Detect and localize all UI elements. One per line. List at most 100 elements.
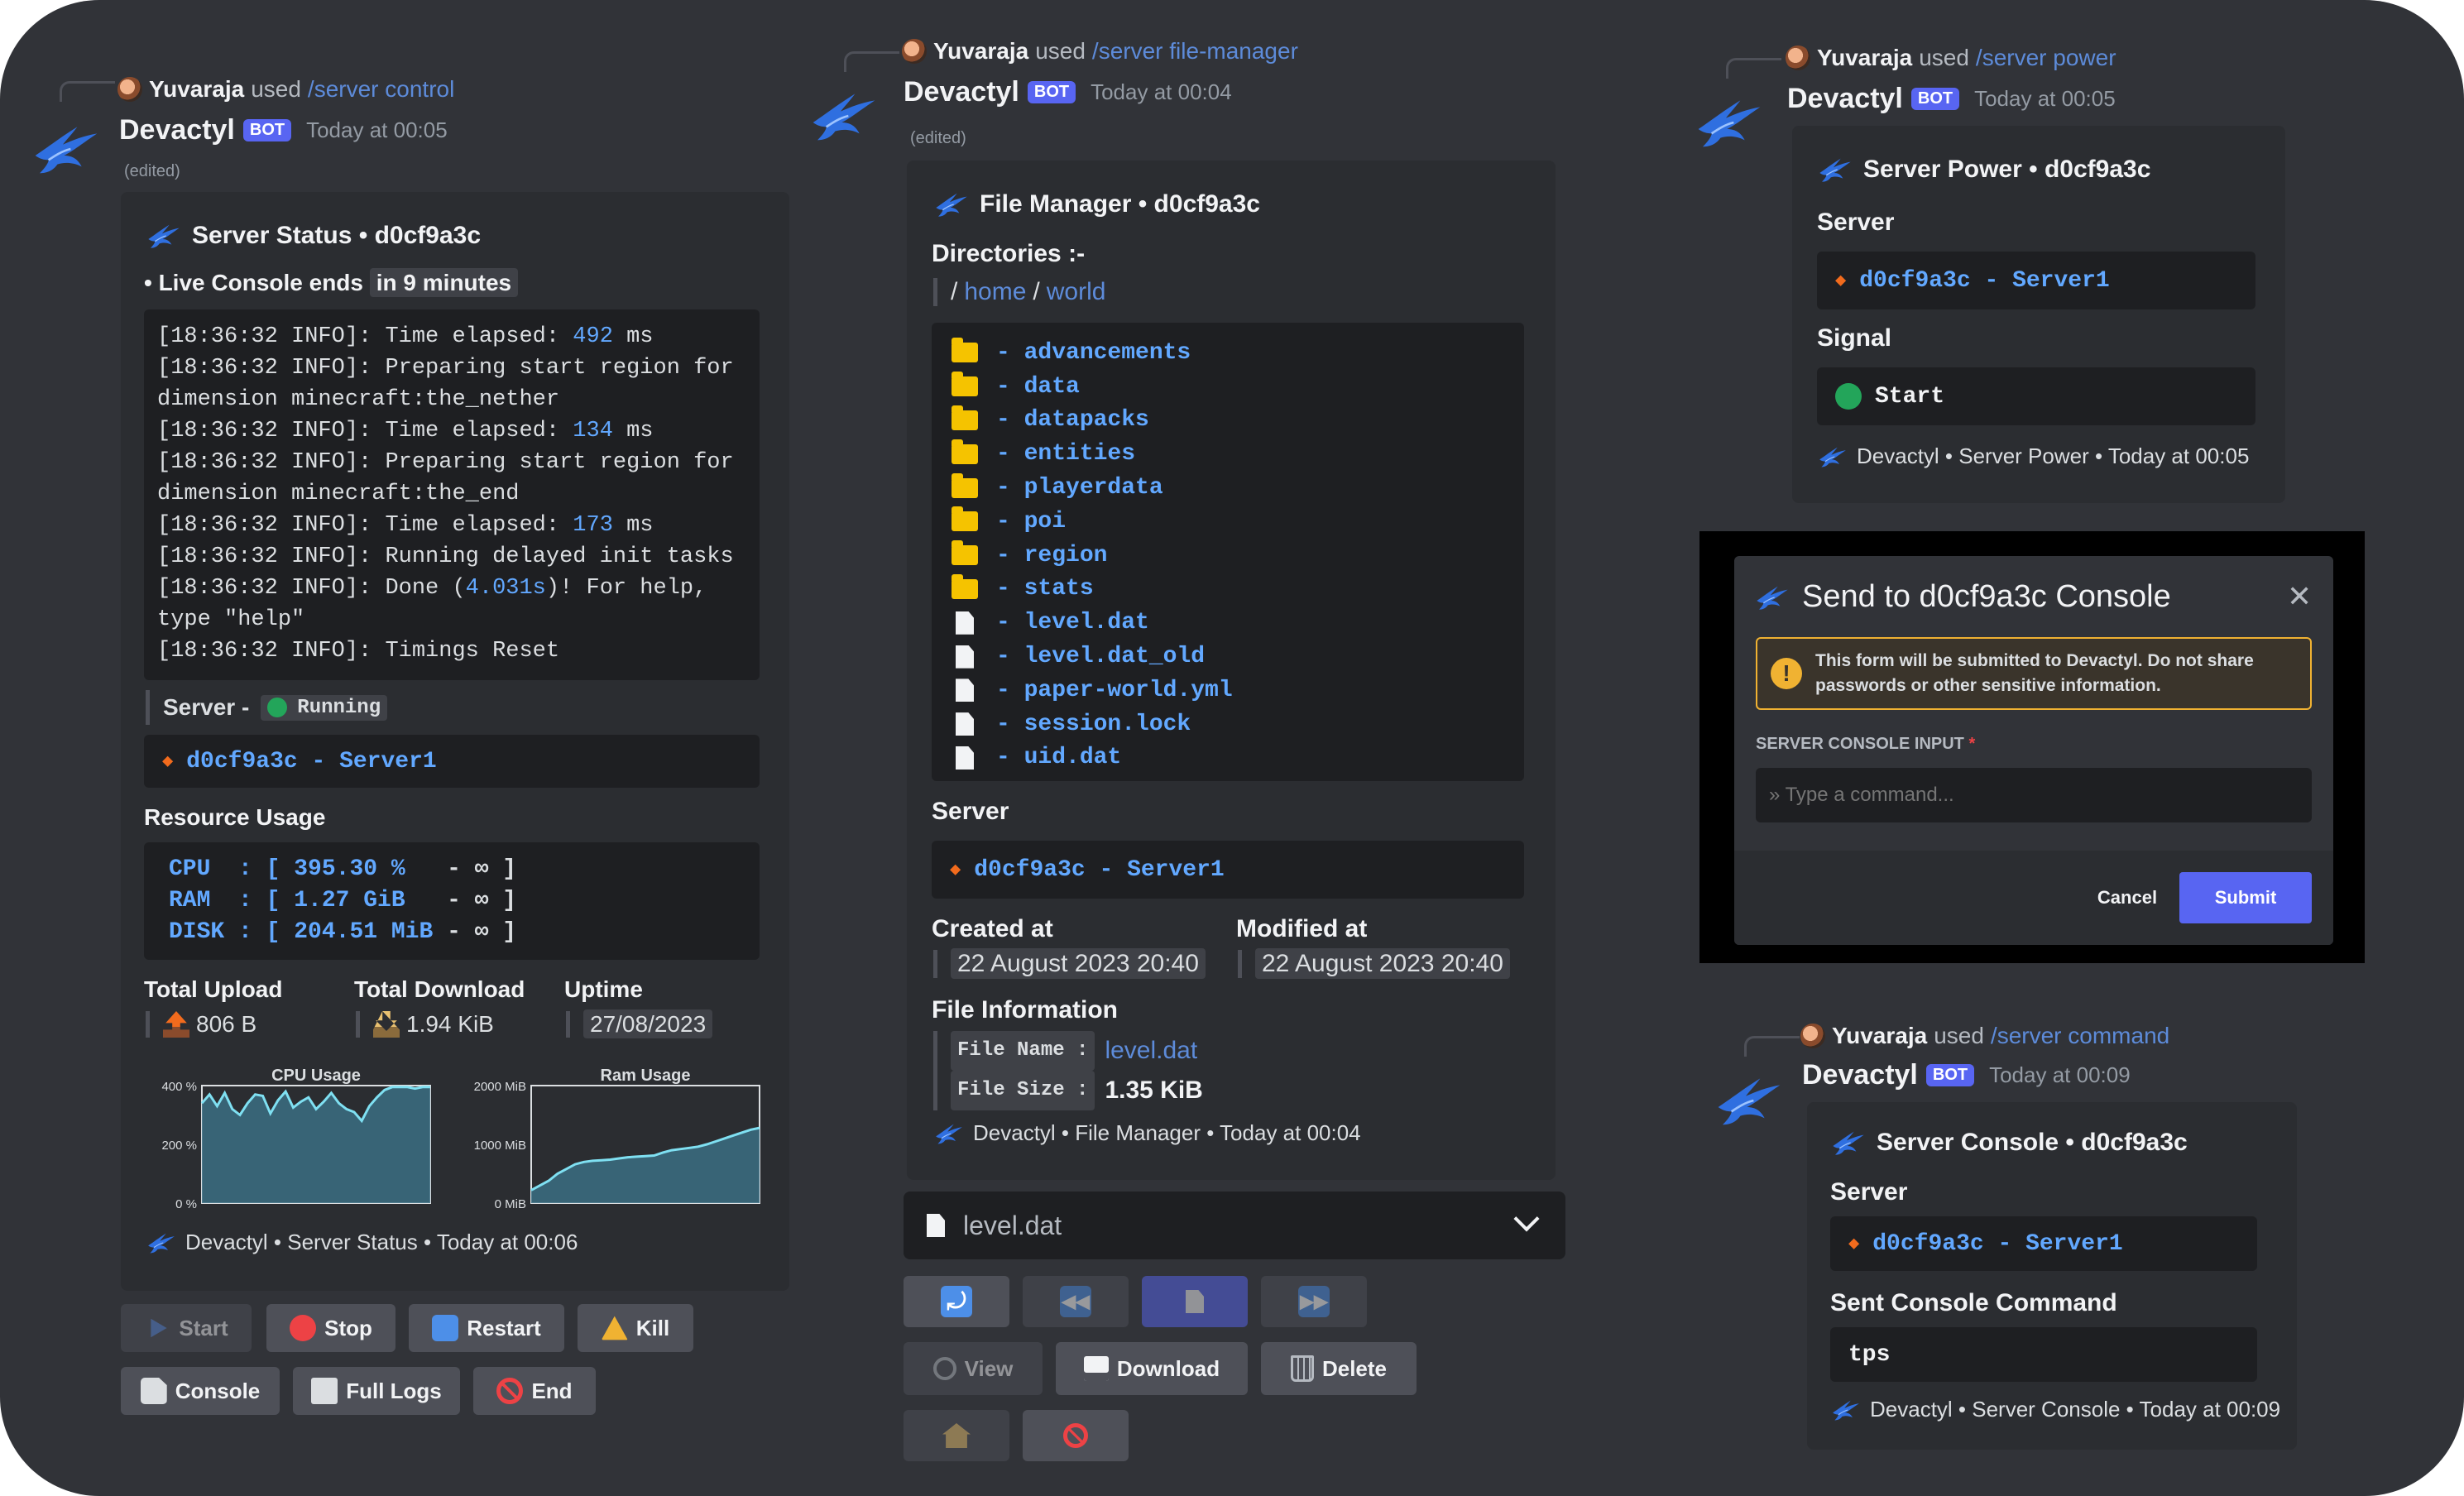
invoker-name[interactable]: Yuvaraja	[1817, 45, 1912, 71]
bot-avatar[interactable]	[1716, 1067, 1782, 1134]
path-world-link[interactable]: world	[1047, 278, 1106, 306]
return-arrow-icon: ⤾	[941, 1286, 972, 1317]
folder-shape	[952, 506, 978, 532]
server-id-text: d0cf9a3c - Server1	[1859, 267, 2110, 294]
message-author: Devactyl BOT Today at 00:09	[1802, 1059, 2131, 1091]
reply-header[interactable]: Yuvaraja used /server file-manager	[902, 38, 1298, 65]
bot-avatar[interactable]	[811, 83, 877, 149]
timestamp: Today at 00:05	[1974, 86, 2116, 111]
file-shape	[956, 746, 974, 770]
logs-icon	[311, 1378, 338, 1404]
user-avatar[interactable]	[902, 39, 927, 64]
console-text: [18:36:32 INFO]: Preparing start region …	[157, 356, 734, 381]
previous-page-button[interactable]: ◀◀	[1023, 1276, 1129, 1327]
warning-text: This form will be submitted to Devactyl.…	[1815, 651, 2254, 695]
file-icon	[948, 746, 981, 770]
server-state-quote: Server - Running	[146, 690, 388, 725]
start-button[interactable]: Start	[121, 1304, 252, 1352]
user-avatar[interactable]	[1800, 1024, 1825, 1048]
floppy-disk-icon	[1083, 1356, 1109, 1381]
end-button[interactable]: End	[473, 1367, 596, 1415]
console-command-input[interactable]	[1756, 768, 2312, 822]
signal-label: Signal	[1817, 324, 1892, 352]
full-logs-button[interactable]: Full Logs	[293, 1367, 460, 1415]
folder-icon	[948, 540, 981, 566]
view-button[interactable]: View	[904, 1342, 1043, 1395]
author-name[interactable]: Devactyl	[119, 114, 235, 146]
devactyl-logo-icon	[935, 191, 968, 218]
reply-header[interactable]: Yuvaraja used /server control	[117, 76, 454, 103]
file-select-dropdown[interactable]: level.dat	[904, 1192, 1565, 1259]
folder-shape	[952, 573, 978, 599]
chart-title: CPU Usage	[271, 1067, 361, 1085]
download-button[interactable]: Download	[1056, 1342, 1248, 1395]
file-name: - stats	[996, 576, 1094, 602]
folder-icon	[948, 338, 981, 363]
author-name[interactable]: Devactyl	[904, 76, 1019, 108]
devactyl-logo-icon	[1832, 1129, 1865, 1156]
upload-label: Total Upload	[144, 976, 283, 1002]
created-value-text: 22 August 2023 20:40	[951, 948, 1206, 979]
path-separator: /	[951, 278, 958, 305]
server-label: Server	[932, 798, 1009, 825]
console-button[interactable]: Console	[121, 1367, 280, 1415]
folder-row: - poi	[948, 505, 1233, 539]
restart-button[interactable]: Restart	[409, 1304, 564, 1352]
back-button[interactable]: ⤾	[904, 1276, 1009, 1327]
user-avatar[interactable]	[117, 77, 142, 102]
used-text: used	[1919, 45, 1969, 70]
file-icon	[948, 611, 981, 635]
devactyl-footer-icon	[1832, 1398, 1860, 1422]
server-id-text: d0cf9a3c - Server1	[974, 856, 1225, 883]
reply-header[interactable]: Yuvaraja used /server power	[1786, 45, 2116, 71]
invoker-name[interactable]: Yuvaraja	[1832, 1023, 1927, 1049]
stop-button[interactable]: Stop	[266, 1304, 395, 1352]
command-link[interactable]: /server power	[1976, 45, 2116, 71]
close-icon[interactable]: ✕	[2287, 582, 2312, 611]
cancel-action-button[interactable]	[1023, 1410, 1129, 1461]
sent-command-value: tps	[1848, 1341, 1891, 1368]
file-info-quote: File Name : level.dat File Size : 1.35 K…	[933, 1031, 1203, 1110]
author-name[interactable]: Devactyl	[1802, 1059, 1918, 1091]
console-text: [18:36:32 INFO]: Done (	[157, 576, 466, 601]
file-name-link[interactable]: level.dat	[1105, 1033, 1197, 1069]
current-page-button[interactable]	[1142, 1276, 1248, 1327]
upload-value-text: 806 B	[196, 1011, 257, 1037]
stop-icon	[290, 1315, 317, 1341]
kill-button[interactable]: Kill	[578, 1304, 693, 1352]
warning-icon	[601, 1316, 628, 1340]
embed-title-text: Server Status • d0cf9a3c	[192, 222, 482, 249]
delete-button[interactable]: Delete	[1261, 1342, 1417, 1395]
button-label: Console	[175, 1378, 261, 1403]
user-avatar[interactable]	[1786, 46, 1810, 70]
cancel-button[interactable]: Cancel	[2090, 872, 2164, 923]
delete-label: Delete	[1321, 1355, 1388, 1381]
timestamp: Today at 00:04	[1091, 79, 1232, 104]
console-line: [18:36:32 INFO]: Time elapsed: 173 ms	[157, 510, 746, 541]
command-link[interactable]: /server file-manager	[1092, 38, 1298, 65]
bot-avatar[interactable]	[1696, 89, 1762, 156]
file-name-row: File Name : level.dat	[951, 1031, 1203, 1071]
invoker-name[interactable]: Yuvaraja	[149, 76, 244, 103]
next-page-button[interactable]: ▶▶	[1261, 1276, 1367, 1327]
command-link[interactable]: /server command	[1991, 1023, 2169, 1049]
console-line: [18:36:32 INFO]: Preparing start region …	[157, 352, 746, 384]
devactyl-footer-icon	[147, 1231, 175, 1254]
server-label: Server	[1830, 1178, 1908, 1206]
file-icon	[948, 712, 981, 736]
command-link[interactable]: /server control	[308, 76, 454, 103]
resource-label: DISK : [	[169, 919, 295, 945]
bot-avatar[interactable]	[33, 116, 99, 182]
path-home-link[interactable]: home	[964, 278, 1026, 306]
console-line: [18:36:32 INFO]: Time elapsed: 134 ms	[157, 415, 746, 447]
invoker-name[interactable]: Yuvaraja	[933, 38, 1028, 65]
uptime-value: 27/08/2023	[566, 1009, 713, 1038]
home-button[interactable]	[904, 1410, 1009, 1461]
submit-button[interactable]: Submit	[2179, 872, 2312, 923]
reply-header[interactable]: Yuvaraja used /server command	[1800, 1023, 2169, 1049]
file-manager-embed: File Manager • d0cf9a3c Directories :- /…	[907, 161, 1556, 1180]
embed-footer: Devactyl • Server Console • Today at 00:…	[1832, 1397, 2280, 1422]
server-id-block: ◆ d0cf9a3c - Server1	[144, 735, 760, 788]
created-label: Created at	[932, 915, 1053, 942]
author-name[interactable]: Devactyl	[1787, 83, 1903, 115]
